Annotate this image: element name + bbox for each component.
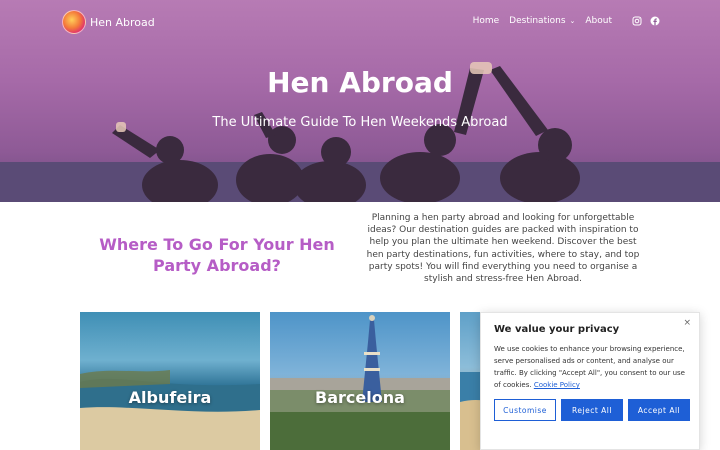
customise-button[interactable]: Customise	[494, 399, 556, 421]
destination-label: Albufeira	[128, 388, 212, 407]
cookie-body: We use cookies to enhance your browsing …	[494, 343, 690, 391]
chevron-down-icon: ⌄	[569, 17, 576, 25]
nav-destinations-label: Destinations	[509, 16, 566, 26]
logo-text: Hen Abroad	[90, 15, 155, 29]
destination-card-barcelona[interactable]: Barcelona	[270, 312, 450, 450]
cookie-body-text: We use cookies to enhance your browsing …	[494, 345, 685, 389]
site-logo[interactable]: Hen Abroad	[62, 10, 155, 34]
reject-all-button[interactable]: Reject All	[561, 399, 623, 421]
cookie-buttons: Customise Reject All Accept All	[494, 399, 690, 421]
destination-label: Barcelona	[315, 388, 405, 407]
cookie-consent-dialog: × We value your privacy We use cookies t…	[480, 312, 700, 450]
nav-destinations[interactable]: Destinations ⌄	[509, 16, 575, 26]
hero-subtitle: The Ultimate Guide To Hen Weekends Abroa…	[212, 115, 508, 130]
cookie-title: We value your privacy	[494, 324, 620, 335]
intro-paragraph: Planning a hen party abroad and looking …	[366, 213, 640, 285]
destination-card-albufeira[interactable]: Albufeira	[80, 312, 260, 450]
nav-home-label: Home	[472, 16, 500, 26]
hero-banner: Hen Abroad Home Destinations ⌄ About Hen …	[0, 0, 720, 202]
accept-all-button[interactable]: Accept All	[628, 399, 690, 421]
nav-home[interactable]: Home	[473, 16, 500, 26]
barcelona-photo	[270, 315, 450, 450]
hero-title: Hen Abroad	[267, 66, 453, 99]
cookie-policy-link[interactable]: Cookie Policy	[534, 381, 580, 389]
facebook-icon[interactable]	[650, 16, 660, 26]
albufeira-photo	[80, 370, 260, 450]
section-heading: Where To Go For Your Hen Party Abroad?	[99, 235, 335, 275]
instagram-icon[interactable]	[632, 16, 642, 26]
logo-icon	[62, 10, 86, 34]
close-icon[interactable]: ×	[683, 318, 691, 328]
main-nav: Home Destinations ⌄ About	[463, 16, 660, 26]
nav-about-label: About	[585, 16, 612, 26]
nav-about[interactable]: About	[585, 16, 612, 26]
